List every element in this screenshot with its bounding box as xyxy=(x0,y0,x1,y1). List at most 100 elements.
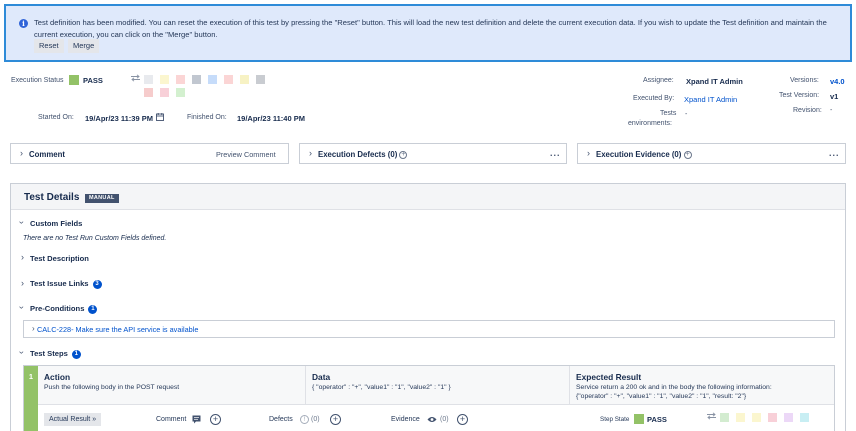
execution-evidence-title: Execution Evidence (0) + xyxy=(596,150,692,159)
merge-button[interactable]: Merge xyxy=(68,39,100,53)
tests-environments-value: - xyxy=(685,111,688,118)
pre-condition-item[interactable]: › CALC-228- Make sure the API service is… xyxy=(23,320,835,338)
status-option-swatch[interactable] xyxy=(160,88,169,97)
action-header: Action xyxy=(44,372,71,382)
defects-info-icon: ! xyxy=(300,415,309,424)
comment-icon[interactable] xyxy=(192,415,201,424)
status-option-swatch[interactable] xyxy=(144,75,153,84)
status-option-swatch[interactable] xyxy=(192,75,201,84)
assignee-value[interactable]: Xpand IT Admin xyxy=(686,77,743,86)
manual-badge: MANUAL xyxy=(85,194,119,203)
execution-defects-panel[interactable]: › Execution Defects (0) + ... xyxy=(299,143,567,164)
finished-on-label: Finished On: xyxy=(187,114,227,121)
data-header: Data xyxy=(312,372,331,382)
add-evidence-icon[interactable]: + xyxy=(457,414,468,425)
execution-evidence-panel[interactable]: › Execution Evidence (0) + ... xyxy=(577,143,846,164)
banner-message: Test definition has been modified. You c… xyxy=(34,18,827,39)
add-defect-icon[interactable]: + xyxy=(330,414,341,425)
chevron-right-icon: › xyxy=(309,148,312,158)
step-evidence-count: (0) xyxy=(440,416,449,423)
step-evidence-label: Evidence xyxy=(391,416,420,423)
double-chevron-down-icon: » xyxy=(92,416,97,423)
started-on-value: 19/Apr/23 11:39 PM xyxy=(85,114,153,123)
tests-environments-label-2: environments: xyxy=(628,120,672,127)
add-evidence-icon[interactable]: + xyxy=(683,150,692,159)
status-option-swatch[interactable] xyxy=(256,75,265,84)
issue-links-count: 3 xyxy=(92,279,102,289)
status-option-swatch[interactable] xyxy=(784,413,793,422)
test-steps-title[interactable]: Test Steps 1 xyxy=(30,349,81,359)
add-defect-icon[interactable]: + xyxy=(399,150,408,159)
started-on-label: Started On: xyxy=(38,114,74,121)
status-option-swatch[interactable] xyxy=(224,75,233,84)
finished-on-value: 19/Apr/23 11:40 PM xyxy=(237,114,305,123)
revision-label: Revision: xyxy=(793,107,822,114)
chevron-right-icon: › xyxy=(32,324,35,333)
test-details-header: Test Details MANUAL xyxy=(11,184,845,210)
chevron-right-icon[interactable]: › xyxy=(21,279,24,288)
step-number: 1 xyxy=(24,366,38,431)
execution-status-value[interactable]: PASS xyxy=(83,76,103,85)
test-details-title: Test Details xyxy=(24,192,80,203)
preview-comment-link[interactable]: Preview Comment xyxy=(216,150,276,159)
test-issue-links-title[interactable]: Test Issue Links 3 xyxy=(30,279,102,289)
status-pass-swatch xyxy=(69,75,79,85)
eye-icon[interactable] xyxy=(427,416,437,423)
test-step-row: 1 Action Push the following body in the … xyxy=(23,365,835,431)
pre-condition-link[interactable]: CALC-228- Make sure the API service is a… xyxy=(37,325,198,334)
status-option-swatch[interactable] xyxy=(160,75,169,84)
reset-button[interactable]: Reset xyxy=(34,39,64,53)
status-option-swatch[interactable] xyxy=(720,413,729,422)
actual-result-button[interactable]: Actual Result » xyxy=(44,413,102,426)
execution-defects-title: Execution Defects (0) + xyxy=(318,150,408,159)
pre-conditions-title[interactable]: Pre-Conditions 1 xyxy=(30,304,98,314)
versions-label: Versions: xyxy=(790,77,819,84)
expected-result-text-2: {"operator" : "+", "value1" : "1", "valu… xyxy=(576,393,747,400)
calendar-icon[interactable] xyxy=(156,113,164,121)
swap-arrows-icon[interactable] xyxy=(706,412,717,420)
expected-result-text-1: Service return a 200 ok and in the body … xyxy=(576,384,772,391)
data-text: { "operator" : "+", "value1" : "1", "val… xyxy=(312,384,451,391)
add-comment-icon[interactable]: + xyxy=(210,414,221,425)
status-option-swatch[interactable] xyxy=(736,413,745,422)
status-option-swatch[interactable] xyxy=(800,413,809,422)
status-option-swatch[interactable] xyxy=(240,75,249,84)
pre-conditions-count: 1 xyxy=(88,304,98,314)
more-options-icon[interactable]: ... xyxy=(550,148,561,158)
status-option-swatch[interactable] xyxy=(144,88,153,97)
step-defects-count: (0) xyxy=(311,416,320,423)
test-version-value: v1 xyxy=(830,92,839,101)
executed-by-label: Executed By: xyxy=(633,95,675,102)
revision-value: - xyxy=(830,107,833,114)
comment-panel[interactable]: › Comment Preview Comment xyxy=(10,143,289,164)
chevron-right-icon: › xyxy=(587,148,590,158)
more-options-icon[interactable]: ... xyxy=(829,148,840,158)
action-text: Push the following body in the POST requ… xyxy=(44,384,180,391)
step-state-label: Step State xyxy=(600,416,630,423)
info-icon: i xyxy=(19,19,28,28)
chevron-right-icon: › xyxy=(20,148,23,158)
status-option-swatch[interactable] xyxy=(752,413,761,422)
step-comment-label: Comment xyxy=(156,416,187,423)
chevron-right-icon[interactable]: › xyxy=(21,253,24,262)
step-state-value[interactable]: PASS xyxy=(647,415,667,424)
step-footer: Actual Result » Comment + Defects ! (0) … xyxy=(38,404,834,431)
executed-by-link[interactable]: Xpand IT Admin xyxy=(684,95,737,104)
chevron-down-icon[interactable]: › xyxy=(17,306,27,309)
chevron-down-icon[interactable]: › xyxy=(17,221,27,224)
status-option-swatch[interactable] xyxy=(176,88,185,97)
status-option-swatch[interactable] xyxy=(208,75,217,84)
custom-fields-title[interactable]: Custom Fields xyxy=(30,219,82,228)
custom-fields-empty: There are no Test Run Custom Fields defi… xyxy=(23,235,167,242)
swap-arrows-icon[interactable] xyxy=(130,74,141,82)
chevron-down-icon[interactable]: › xyxy=(17,351,27,354)
comment-panel-title: Comment xyxy=(29,150,65,159)
step-state-swatch xyxy=(634,414,644,424)
status-option-swatch[interactable] xyxy=(768,413,777,422)
test-steps-count: 1 xyxy=(71,349,81,359)
status-option-swatch[interactable] xyxy=(176,75,185,84)
modified-definition-banner: i Test definition has been modified. You… xyxy=(4,4,852,62)
execution-status-label: Execution Status xyxy=(11,77,64,84)
versions-value[interactable]: v4.0 xyxy=(830,77,845,86)
test-description-title[interactable]: Test Description xyxy=(30,254,89,263)
